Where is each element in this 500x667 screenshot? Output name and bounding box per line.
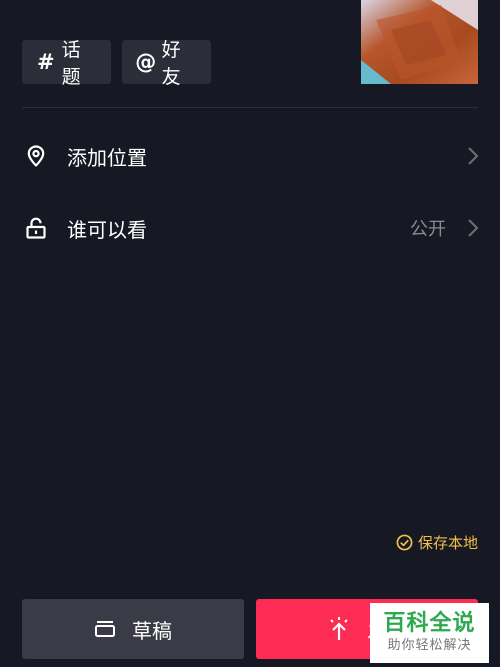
divider	[22, 107, 478, 108]
watermark-logo: 百科全说 助你轻松解决	[370, 603, 489, 663]
publish-arrow-icon	[330, 617, 348, 640]
watermark-title: 百科全说	[383, 611, 476, 636]
who-can-see-label: 谁可以看	[67, 217, 147, 242]
video-cover-thumbnail[interactable]	[361, 0, 478, 84]
draft-label: 草稿	[132, 618, 172, 643]
friend-label: 好友	[161, 39, 181, 88]
location-pin-icon	[27, 145, 45, 167]
save-local-toggle[interactable]: 保存本地	[396, 532, 478, 553]
visibility-value: 公开	[410, 219, 446, 240]
unlock-icon	[26, 217, 46, 239]
at-sign-icon: @	[135, 50, 157, 74]
topic-button[interactable]: # 话题	[22, 39, 111, 88]
chevron-right-icon	[468, 219, 479, 237]
mention-friend-button[interactable]: @ 好友	[122, 39, 211, 88]
check-circle-icon	[396, 534, 413, 551]
watermark-subtitle: 助你轻松解决	[387, 638, 472, 653]
hashtag-icon: #	[37, 50, 55, 74]
chevron-right-icon	[468, 147, 479, 165]
who-can-see-row[interactable]: 谁可以看 公开	[0, 198, 500, 258]
draft-button[interactable]: 草稿	[22, 599, 244, 659]
add-location-row[interactable]: 添加位置	[0, 126, 500, 186]
draft-box-icon	[95, 621, 115, 637]
add-location-label: 添加位置	[67, 145, 147, 170]
save-local-label: 保存本地	[417, 534, 478, 552]
topic-label: 话题	[61, 39, 81, 88]
